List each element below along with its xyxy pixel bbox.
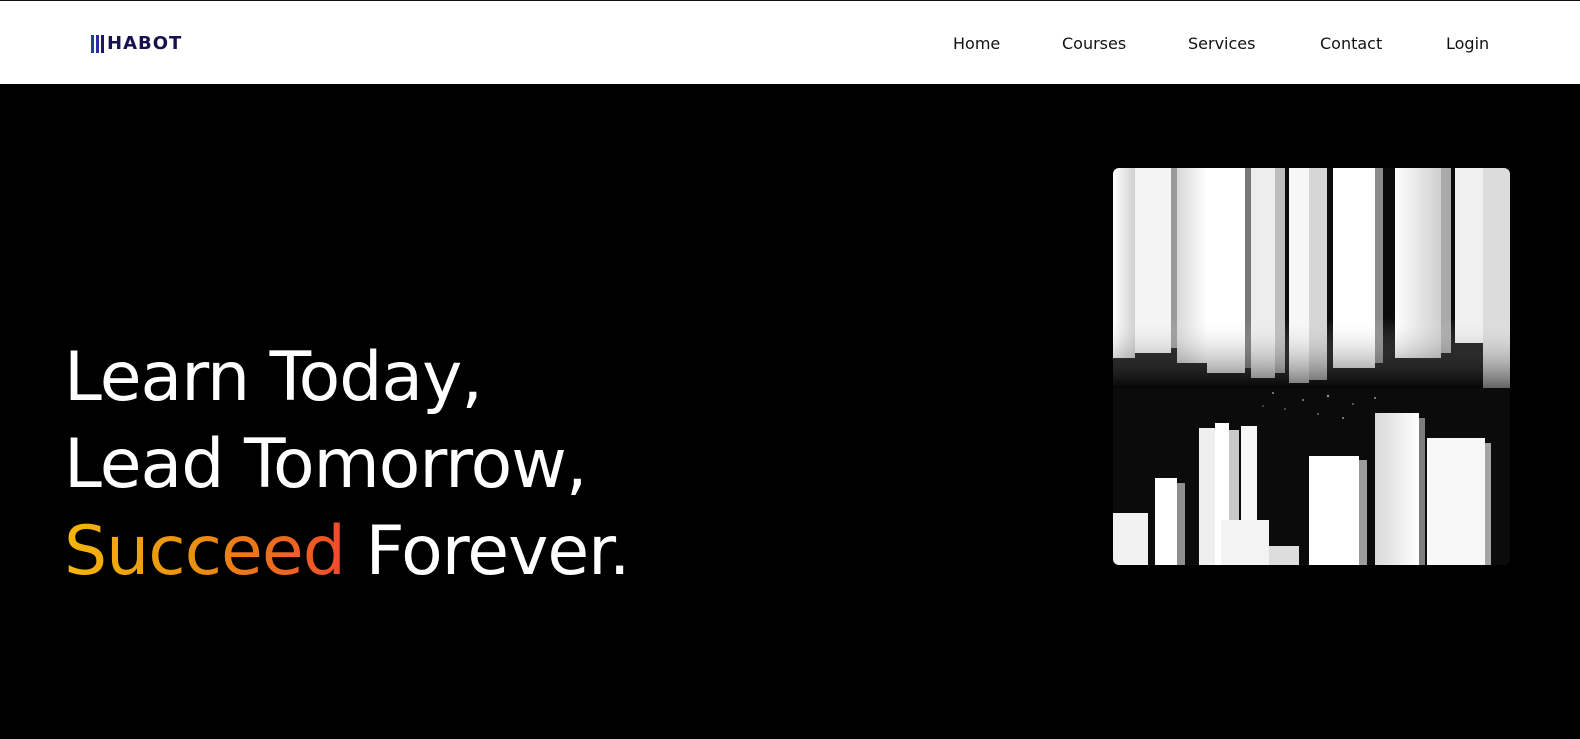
books-photo bbox=[1113, 168, 1510, 565]
nav-services-link[interactable]: Services bbox=[1188, 34, 1255, 54]
headline-line-3: Succeed Forever. bbox=[64, 508, 630, 595]
headline-line-3-rest: Forever. bbox=[344, 512, 630, 591]
nav-home-link[interactable]: Home bbox=[953, 34, 1000, 54]
logo-text: HABOT bbox=[107, 33, 183, 54]
nav-login-link[interactable]: Login bbox=[1446, 34, 1489, 54]
nav-contact-link[interactable]: Contact bbox=[1320, 34, 1382, 54]
headline-line-1: Learn Today, bbox=[64, 338, 483, 417]
hero-headline: Learn Today, Lead Tomorrow, Succeed Fore… bbox=[64, 334, 630, 595]
nav-courses-link[interactable]: Courses bbox=[1062, 34, 1126, 54]
site-logo[interactable]: HABOT bbox=[91, 34, 182, 54]
navbar: HABOT Home Courses Services Contact Logi… bbox=[0, 0, 1580, 84]
books-illustration bbox=[1113, 168, 1510, 565]
stacked-bars-logo-icon bbox=[91, 35, 104, 53]
headline-line-2: Lead Tomorrow, bbox=[64, 425, 587, 504]
headline-accent-word: Succeed bbox=[64, 512, 346, 591]
